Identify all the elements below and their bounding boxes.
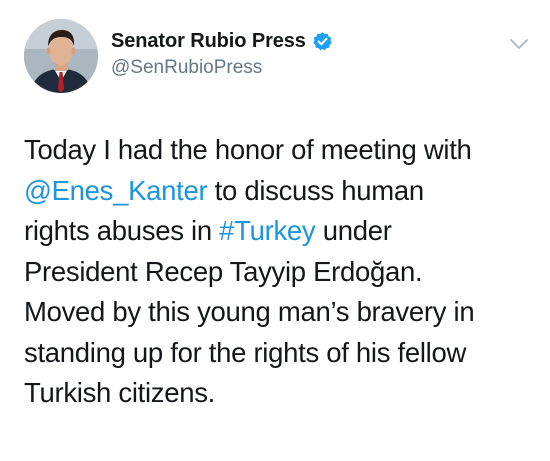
tweet-text-fragment: rights abuses in: [24, 215, 220, 246]
avatar[interactable]: [24, 19, 98, 93]
tweet-text-line: Moved by this young man’s bravery in: [24, 296, 475, 327]
tweet-text: Today I had the honor of meeting with @E…: [24, 130, 536, 414]
tweet-text-line: Turkish citizens.: [24, 377, 216, 408]
handle[interactable]: @SenRubioPress: [111, 57, 471, 79]
mention-link[interactable]: @Enes_Kanter: [24, 175, 208, 206]
profile-photo: [24, 19, 98, 93]
author-identity: Senator Rubio Press @SenRubioPress: [111, 28, 471, 79]
tweet-text-line: standing up for the rights of his fellow: [24, 336, 467, 368]
tweet-text-fragment: to discuss human: [207, 174, 425, 206]
hashtag-link[interactable]: #Turkey: [219, 215, 316, 246]
author-name-row: Senator Rubio Press: [111, 28, 471, 54]
tweet-text-line: @Enes_Kanter to discuss human: [24, 171, 536, 212]
tweet-text-fragment: under: [315, 215, 392, 246]
tweet-card: Senator Rubio Press @SenRubioPress Today…: [0, 0, 550, 461]
tweet-text-line: President Recep Tayyip Erdoğan.: [24, 255, 423, 287]
chevron-down-icon[interactable]: [508, 36, 530, 52]
display-name[interactable]: Senator Rubio Press: [111, 30, 306, 53]
tweet-text-line: rights abuses in #Turkey under: [24, 211, 536, 252]
tweet-text-line: Today I had the honor of meeting with: [24, 134, 472, 165]
verified-badge-icon: [312, 31, 333, 52]
